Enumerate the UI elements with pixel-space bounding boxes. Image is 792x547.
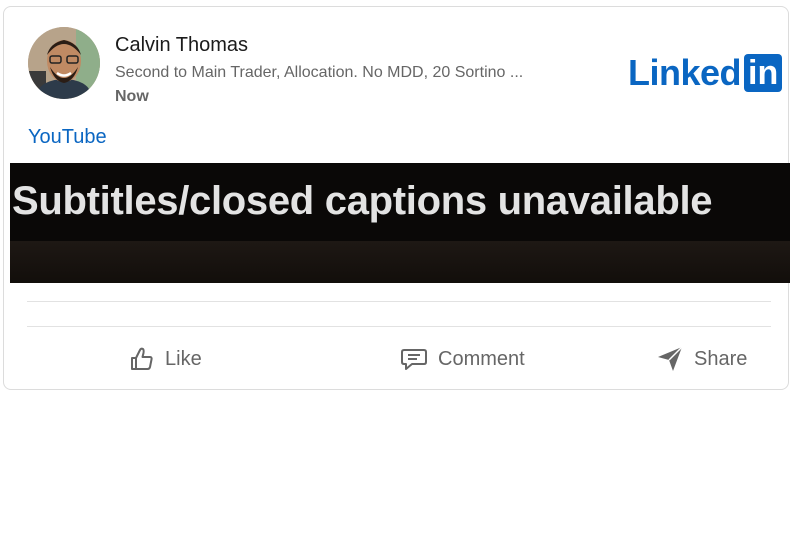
thumbnail-caption: Subtitles/closed captions unavailable bbox=[12, 179, 713, 223]
comment-label: Comment bbox=[438, 347, 525, 370]
linkedin-logo: Linked in bbox=[628, 52, 783, 93]
author-avatar[interactable] bbox=[28, 27, 100, 99]
comment-icon bbox=[401, 349, 427, 370]
send-icon bbox=[658, 346, 683, 371]
post-card: Calvin Thomas Second to Main Trader, All… bbox=[3, 6, 790, 390]
divider bbox=[27, 326, 771, 327]
like-label: Like bbox=[165, 347, 202, 370]
thumbs-up-icon bbox=[131, 347, 153, 370]
share-button[interactable]: Share bbox=[656, 342, 747, 376]
post-timestamp: Now bbox=[115, 88, 149, 105]
author-headline: Second to Main Trader, Allocation. No MD… bbox=[115, 64, 524, 81]
logo-word: Linked bbox=[628, 52, 742, 93]
share-label: Share bbox=[694, 347, 748, 370]
video-thumbnail[interactable]: Subtitles/closed captions unavailable bbox=[10, 163, 790, 283]
source-link[interactable]: YouTube bbox=[28, 126, 107, 149]
divider bbox=[27, 301, 771, 302]
thumbnail-bottom-strip bbox=[10, 241, 790, 283]
logo-in-box: in bbox=[744, 54, 783, 92]
like-button[interactable]: Like bbox=[129, 342, 202, 376]
comment-button[interactable]: Comment bbox=[400, 342, 525, 376]
avatar-photo bbox=[28, 27, 100, 99]
author-name[interactable]: Calvin Thomas bbox=[115, 34, 248, 57]
